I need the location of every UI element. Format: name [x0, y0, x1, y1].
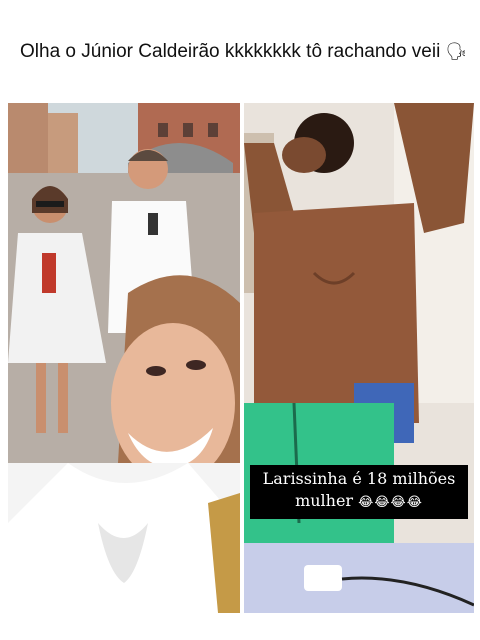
overlay-line-1: Larissinha é 18 milhões — [262, 469, 456, 488]
overlay-line-2-text: mulher — [295, 491, 354, 510]
laughing-emoji-icon: 😂😂😂😂 — [358, 495, 423, 510]
caption-text: Olha o Júnior Caldeirão kkkkkkkk tô rach… — [20, 41, 441, 62]
selfie-photo — [8, 103, 240, 613]
video-text-overlay: Larissinha é 18 milhões mulher 😂😂😂😂 — [250, 465, 468, 519]
speaking-head-icon: 🗣 — [445, 42, 468, 61]
overlay-line-2: mulher 😂😂😂😂 — [252, 490, 466, 514]
left-video-panel[interactable] — [8, 103, 240, 613]
post-caption: Olha o Júnior Caldeirão kkkkkkkk tô rach… — [20, 38, 470, 66]
right-video-panel[interactable]: Larissinha é 18 milhões mulher 😂😂😂😂 — [244, 103, 474, 613]
dancing-man-photo — [244, 103, 474, 613]
